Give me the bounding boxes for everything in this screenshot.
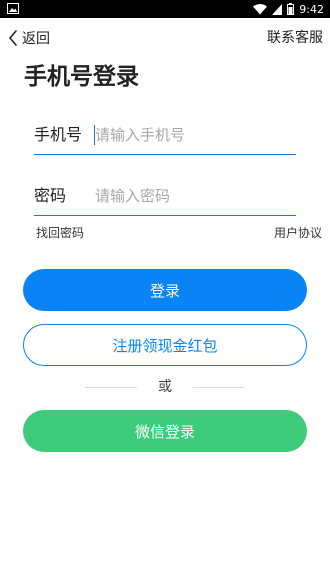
- contact-service-button[interactable]: 联系客服: [267, 28, 323, 48]
- phone-label: 手机号: [34, 125, 83, 144]
- password-field: 密码: [34, 176, 296, 216]
- nav-bar: 返回 联系客服: [0, 18, 330, 58]
- chevron-left-icon: [9, 30, 17, 46]
- signal-icon: [272, 3, 283, 15]
- battery-icon: [287, 3, 295, 15]
- phone-input[interactable]: [95, 120, 290, 150]
- divider-line-right: [193, 387, 245, 388]
- forgot-password-link[interactable]: 找回密码: [36, 224, 84, 241]
- phone-field: 手机号: [34, 115, 296, 155]
- password-input[interactable]: [95, 181, 290, 211]
- user-agreement-link[interactable]: 用户协议: [274, 224, 322, 241]
- wifi-icon: [253, 3, 268, 14]
- login-button[interactable]: 登录: [23, 269, 307, 311]
- status-bar: 9:42: [0, 0, 330, 18]
- back-button[interactable]: 返回: [7, 28, 50, 48]
- wechat-login-button[interactable]: 微信登录: [23, 410, 307, 452]
- back-label: 返回: [22, 31, 50, 47]
- page-title: 手机号登录: [24, 64, 139, 90]
- status-time: 9:42: [299, 2, 324, 16]
- register-bonus-button[interactable]: 注册领现金红包: [23, 324, 307, 366]
- or-divider: 或: [85, 377, 245, 397]
- image-icon: [7, 3, 19, 14]
- password-label: 密码: [34, 186, 67, 205]
